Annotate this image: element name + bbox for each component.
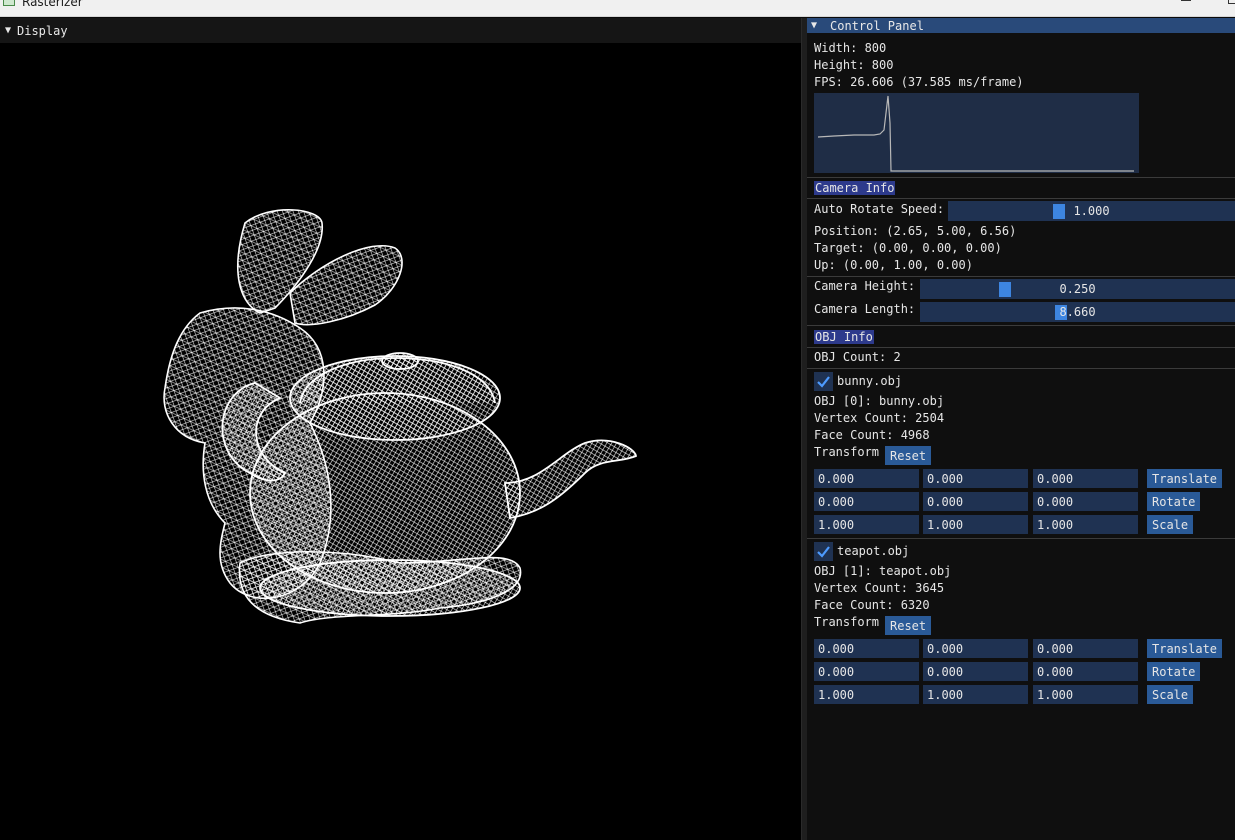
bunny-name-text: OBJ [0]: bunny.obj — [814, 394, 945, 408]
bunny-rotate-x[interactable]: 0.000 — [814, 492, 919, 511]
bunny-scale-z[interactable]: 1.000 — [1033, 515, 1138, 534]
control-panel-title: Control Panel — [830, 18, 924, 33]
teapot-scale-z[interactable]: 1.000 — [1033, 685, 1138, 704]
bunny-vertex-count: Vertex Count: 2504 — [814, 411, 945, 425]
bunny-translate-y[interactable]: 0.000 — [923, 469, 1028, 488]
separator — [807, 177, 1235, 178]
bunny-rotate-y[interactable]: 0.000 — [923, 492, 1028, 511]
teapot-reset-button[interactable]: Reset — [885, 616, 932, 635]
teapot-name-text: OBJ [1]: teapot.obj — [814, 564, 952, 578]
bunny-visible-checkbox[interactable] — [814, 372, 833, 391]
bunny-scale-y[interactable]: 1.000 — [923, 515, 1028, 534]
frame-time-plot[interactable] — [814, 93, 1139, 173]
frame-time-line — [817, 95, 1134, 172]
teapot-transform-label: Transform — [814, 615, 880, 629]
teapot-scale-y[interactable]: 1.000 — [923, 685, 1028, 704]
bunny-translate-z[interactable]: 0.000 — [1033, 469, 1138, 488]
teapot-translate-button[interactable]: Translate — [1147, 639, 1223, 658]
auto-rotate-slider[interactable]: 1.000 — [948, 201, 1235, 221]
bunny-reset-button[interactable]: Reset — [885, 446, 932, 465]
checkmark-icon — [817, 376, 830, 388]
separator — [807, 347, 1235, 348]
close-button[interactable] — [1228, 0, 1235, 4]
bunny-face-count: Face Count: 4968 — [814, 428, 930, 442]
camera-length-label: Camera Length: — [814, 302, 916, 316]
bunny-transform-label: Transform — [814, 445, 880, 459]
teapot-translate-y[interactable]: 0.000 — [923, 639, 1028, 658]
display-title: Display — [17, 23, 68, 38]
display-header[interactable]: ▼ Display — [0, 18, 801, 43]
render-viewport[interactable] — [0, 43, 801, 840]
fps-text: FPS: 26.606 (37.585 ms/frame) — [814, 75, 1024, 89]
teapot-checkbox-label[interactable]: teapot.obj — [837, 544, 909, 559]
separator — [807, 198, 1235, 199]
app-icon — [3, 0, 15, 6]
window-titlebar: Rasterizer — [0, 0, 1235, 17]
separator — [807, 368, 1235, 369]
teapot-vertex-count: Vertex Count: 3645 — [814, 581, 945, 595]
bunny-rotate-z[interactable]: 0.000 — [1033, 492, 1138, 511]
camera-height-label: Camera Height: — [814, 279, 916, 293]
camera-height-value: 0.250 — [1059, 282, 1096, 296]
minimize-button[interactable] — [1181, 0, 1193, 4]
bunny-scale-x[interactable]: 1.000 — [814, 515, 919, 534]
auto-rotate-value: 1.000 — [1073, 204, 1110, 218]
bunny-checkbox-label[interactable]: bunny.obj — [837, 374, 902, 389]
teapot-visible-checkbox[interactable] — [814, 542, 833, 561]
teapot-scale-x[interactable]: 1.000 — [814, 685, 919, 704]
teapot-rotate-button[interactable]: Rotate — [1147, 662, 1201, 681]
teapot-translate-z[interactable]: 0.000 — [1033, 639, 1138, 658]
camera-position-text: Position: (2.65, 5.00, 6.56) — [814, 224, 1017, 238]
obj-count-text: OBJ Count: 2 — [814, 350, 901, 364]
camera-length-value: 8.660 — [1059, 305, 1096, 319]
bunny-translate-button[interactable]: Translate — [1147, 469, 1223, 488]
camera-target-text: Target: (0.00, 0.00, 0.00) — [814, 241, 1002, 255]
separator — [807, 276, 1235, 277]
control-panel-header[interactable]: ▼ Control Panel — [807, 18, 1235, 33]
teapot-rotate-z[interactable]: 0.000 — [1033, 662, 1138, 681]
obj-info-header[interactable]: OBJ Info — [814, 330, 874, 344]
teapot-rotate-y[interactable]: 0.000 — [923, 662, 1028, 681]
camera-up-text: Up: (0.00, 1.00, 0.00) — [814, 258, 973, 272]
collapse-triangle-icon[interactable]: ▼ — [1, 25, 15, 36]
teapot-scale-button[interactable]: Scale — [1147, 685, 1194, 704]
control-panel: ▼ Control Panel Width: 800 Height: 800 F… — [807, 18, 1235, 840]
camera-length-slider[interactable]: 8.660 — [920, 302, 1235, 322]
wireframe-render — [163, 209, 637, 624]
camera-info-header[interactable]: Camera Info — [814, 181, 896, 195]
collapse-triangle-icon[interactable]: ▼ — [811, 20, 825, 31]
bunny-scale-button[interactable]: Scale — [1147, 515, 1194, 534]
separator — [807, 538, 1235, 539]
teapot-rotate-x[interactable]: 0.000 — [814, 662, 919, 681]
window-title: Rasterizer — [22, 0, 83, 9]
camera-height-slider[interactable]: 0.250 — [920, 279, 1235, 299]
display-window: ▼ Display — [0, 18, 801, 840]
bunny-rotate-button[interactable]: Rotate — [1147, 492, 1201, 511]
checkmark-icon — [817, 546, 830, 558]
auto-rotate-label: Auto Rotate Speed: — [814, 202, 945, 216]
separator — [807, 325, 1235, 326]
height-text: Height: 800 — [814, 58, 894, 72]
bunny-translate-x[interactable]: 0.000 — [814, 469, 919, 488]
teapot-face-count: Face Count: 6320 — [814, 598, 930, 612]
width-text: Width: 800 — [814, 41, 887, 55]
teapot-translate-x[interactable]: 0.000 — [814, 639, 919, 658]
